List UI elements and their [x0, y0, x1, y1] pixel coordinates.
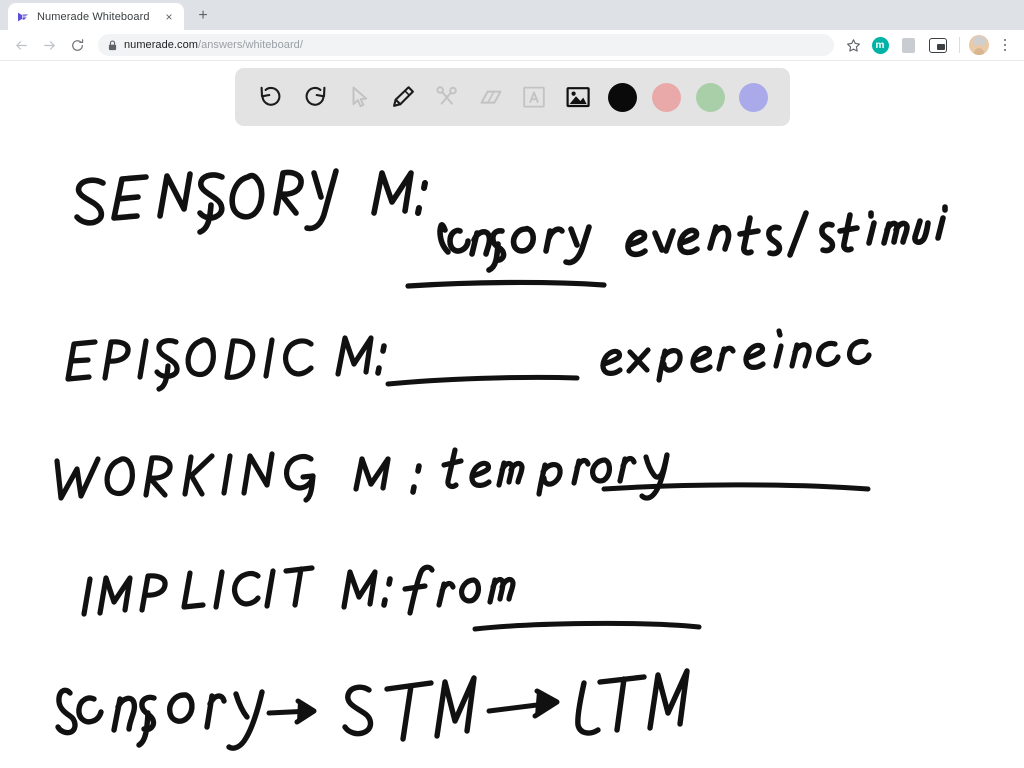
extension-icon[interactable]: [898, 35, 918, 55]
address-bar[interactable]: numerade.com/answers/whiteboard/: [98, 34, 834, 56]
pip-box-shape: [929, 37, 947, 53]
url-text: numerade.com/answers/whiteboard/: [124, 39, 303, 51]
url-path: /answers/whiteboard/: [197, 39, 303, 51]
numerade-logo-icon: [16, 10, 30, 24]
whiteboard-page: [0, 61, 1024, 768]
ink-line-episodic: [65, 328, 872, 392]
new-tab-button[interactable]: +: [190, 3, 216, 29]
picture-in-picture-icon[interactable]: [926, 35, 950, 55]
toolbar-divider: [959, 37, 960, 53]
bookmark-star-icon[interactable]: [841, 33, 865, 57]
extension-square-icon: [901, 37, 915, 53]
ink-line-sensory: [74, 168, 948, 289]
ink-line-implicit: [81, 564, 702, 632]
url-host: numerade.com: [124, 39, 198, 51]
extension-icon-m[interactable]: m: [870, 35, 890, 55]
reload-button[interactable]: [64, 32, 90, 58]
extension-badge-letter: m: [871, 36, 889, 54]
ink-line-working: [54, 447, 871, 503]
tab-strip: Numerade Whiteboard × +: [0, 0, 1024, 30]
profile-avatar[interactable]: [969, 35, 989, 55]
chrome-menu-icon[interactable]: [994, 33, 1016, 57]
kebab-dot: [1003, 48, 1007, 52]
browser-window: Numerade Whiteboard × + numerade.com/ans…: [0, 0, 1024, 768]
back-button[interactable]: [8, 32, 34, 58]
lock-icon: [108, 40, 117, 51]
close-icon[interactable]: ×: [162, 10, 176, 24]
kebab-dot: [1003, 38, 1007, 42]
whiteboard-canvas[interactable]: [0, 61, 1024, 768]
ink-line-flow: [55, 668, 690, 751]
kebab-dot: [1003, 43, 1007, 47]
forward-button[interactable]: [36, 32, 62, 58]
browser-tab[interactable]: Numerade Whiteboard ×: [8, 3, 184, 30]
tab-title: Numerade Whiteboard: [37, 10, 150, 23]
browser-toolbar: numerade.com/answers/whiteboard/ m: [0, 30, 1024, 61]
